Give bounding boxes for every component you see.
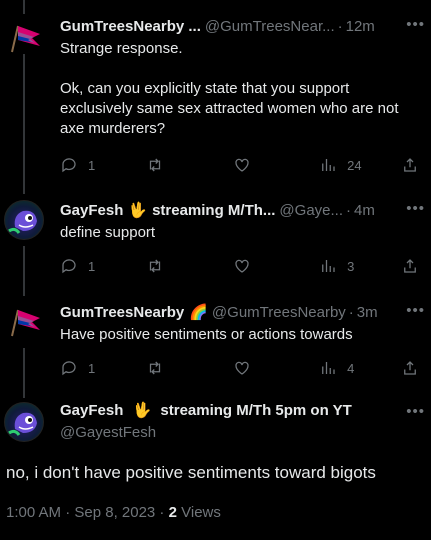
views-icon bbox=[322, 362, 335, 374]
author-handle[interactable]: @GayestFesh bbox=[60, 424, 156, 441]
avatar[interactable] bbox=[4, 18, 44, 58]
views-icon bbox=[322, 159, 335, 171]
retweet-button[interactable] bbox=[146, 156, 232, 174]
share-icon bbox=[404, 259, 416, 273]
views-button[interactable]: 24 bbox=[319, 156, 401, 174]
share-button[interactable] bbox=[401, 359, 419, 377]
tweet-text: Strange response. Ok, can you explicitly… bbox=[60, 40, 399, 137]
reply-button[interactable]: 1 bbox=[60, 156, 146, 174]
tweet[interactable]: GayFesh 🖖 streaming M/Th... @Gaye... · 4… bbox=[0, 200, 431, 285]
tweet-time[interactable]: 12m bbox=[346, 18, 375, 35]
reply-button[interactable]: 1 bbox=[60, 257, 146, 275]
like-icon bbox=[235, 259, 249, 273]
vulcan-salute-emoji: 🖖 bbox=[128, 202, 148, 219]
retweet-button[interactable] bbox=[146, 359, 232, 377]
reply-count: 1 bbox=[88, 258, 96, 274]
retweet-icon bbox=[150, 361, 161, 375]
action-bar: 1 3 bbox=[60, 256, 419, 276]
views-icon bbox=[322, 260, 335, 272]
retweet-button[interactable] bbox=[146, 257, 232, 275]
views-button[interactable]: 3 bbox=[319, 257, 401, 275]
avatar[interactable] bbox=[4, 302, 44, 342]
author-name[interactable]: GumTreesNearby bbox=[60, 304, 184, 321]
share-icon bbox=[404, 158, 416, 172]
author-handle[interactable]: @Gaye... bbox=[279, 202, 343, 219]
reply-count: 1 bbox=[88, 157, 96, 173]
views-count: 4 bbox=[347, 360, 355, 376]
reply-button[interactable]: 1 bbox=[60, 359, 146, 377]
share-button[interactable] bbox=[401, 156, 419, 174]
like-button[interactable] bbox=[233, 156, 319, 174]
like-button[interactable] bbox=[233, 359, 319, 377]
more-icon[interactable]: ••• bbox=[406, 302, 425, 319]
author-handle[interactable]: @GumTreesNear... bbox=[205, 18, 335, 35]
tweet-meta: 1:00 AM · Sep 8, 2023 · 2 Views bbox=[6, 504, 221, 521]
author-name[interactable]: GumTreesNearby ... bbox=[60, 18, 201, 35]
share-icon bbox=[404, 361, 416, 375]
retweet-icon bbox=[150, 259, 161, 273]
rainbow-emoji: 🌈 bbox=[189, 304, 208, 321]
author-name-suffix[interactable]: streaming M/Th... bbox=[152, 202, 275, 219]
more-icon[interactable]: ••• bbox=[406, 16, 425, 33]
thread-line bbox=[23, 0, 25, 14]
main-tweet-text: no, i don't have positive sentiments tow… bbox=[6, 463, 376, 482]
vulcan-salute-emoji: 🖖 bbox=[132, 402, 152, 419]
retweet-icon bbox=[150, 158, 161, 172]
tweet-header: GumTreesNearby 🌈 @GumTreesNearby · 3m bbox=[60, 303, 378, 322]
views-count: 3 bbox=[347, 258, 355, 274]
tweet[interactable]: GumTreesNearby 🌈 @GumTreesNearby · 3m ••… bbox=[0, 302, 431, 387]
reply-icon bbox=[62, 361, 76, 376]
tweet-header: GumTreesNearby ... @GumTreesNear... · 12… bbox=[60, 17, 375, 35]
tweet-time[interactable]: 4m bbox=[354, 202, 375, 219]
views-count: 24 bbox=[347, 157, 362, 173]
like-icon bbox=[235, 158, 249, 172]
tweet-time[interactable]: 3m bbox=[357, 304, 378, 321]
tweet-timestamp[interactable]: 1:00 AM · Sep 8, 2023 · bbox=[6, 504, 164, 521]
tweet-text: Have positive sentiments or actions towa… bbox=[60, 326, 353, 343]
like-icon bbox=[235, 361, 249, 375]
more-icon[interactable]: ••• bbox=[406, 403, 425, 420]
share-button[interactable] bbox=[401, 257, 419, 275]
action-bar: 1 24 bbox=[60, 155, 419, 175]
views-label: Views bbox=[181, 504, 221, 521]
avatar[interactable] bbox=[4, 402, 44, 442]
author-handle[interactable]: @GumTreesNearby bbox=[212, 304, 346, 321]
author-name[interactable]: GayFesh bbox=[60, 402, 123, 419]
reply-count: 1 bbox=[88, 360, 96, 376]
author-name[interactable]: GayFesh bbox=[60, 202, 123, 219]
tweet[interactable]: GumTreesNearby ... @GumTreesNear... · 12… bbox=[0, 16, 431, 186]
tweet-text: define support bbox=[60, 224, 156, 241]
like-button[interactable] bbox=[233, 257, 319, 275]
views-count: 2 bbox=[168, 504, 177, 521]
reply-icon bbox=[62, 259, 76, 274]
avatar[interactable] bbox=[4, 200, 44, 240]
more-icon[interactable]: ••• bbox=[406, 200, 425, 217]
action-bar: 1 4 bbox=[60, 358, 419, 378]
tweet-header: GayFesh 🖖 streaming M/Th... @Gaye... · 4… bbox=[60, 201, 375, 220]
views-button[interactable]: 4 bbox=[319, 359, 401, 377]
reply-icon bbox=[62, 158, 76, 173]
main-tweet-header: GayFesh 🖖 streaming M/Th 5pm on YT bbox=[60, 401, 352, 419]
author-name-suffix[interactable]: streaming M/Th 5pm on YT bbox=[160, 402, 351, 419]
